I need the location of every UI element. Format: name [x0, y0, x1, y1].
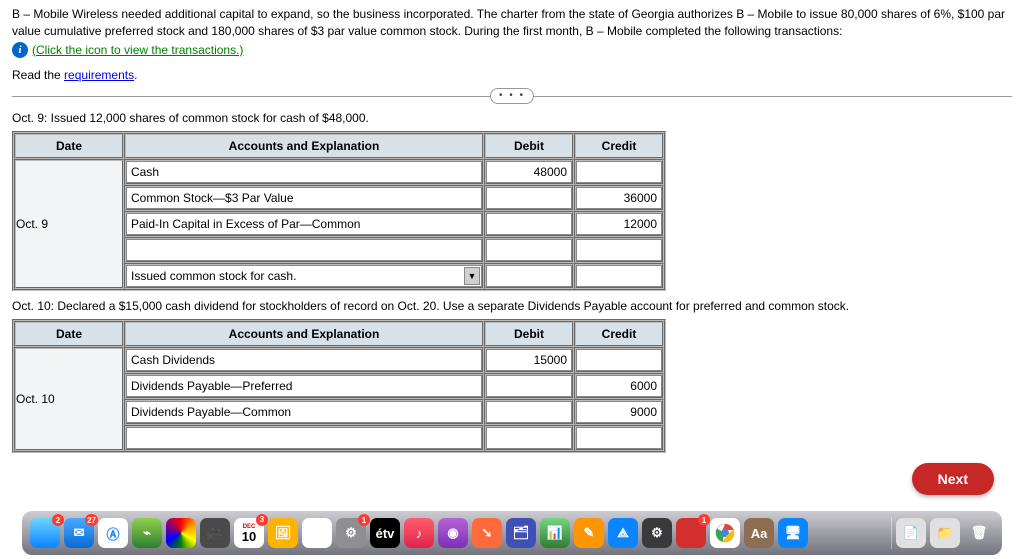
facetime-icon[interactable]: 🎥 [200, 518, 230, 548]
dictionary-icon[interactable]: Aa [744, 518, 774, 548]
calendar-icon[interactable]: DEC 10 3 [234, 518, 264, 548]
debit-input[interactable] [486, 349, 572, 371]
system-prefs-icon[interactable]: ⚙ 1 [336, 518, 366, 548]
mail-icon[interactable]: ✉ 27 [64, 518, 94, 548]
acct-input[interactable] [126, 401, 482, 423]
journal-table-2: Date Accounts and Explanation Debit Cred… [12, 319, 666, 453]
doc-icon[interactable]: 📄 [896, 518, 926, 548]
screens-icon[interactable]: 🖥 [778, 518, 808, 548]
debit-input[interactable] [486, 187, 572, 209]
th-credit: Credit [574, 133, 664, 159]
credit-input[interactable] [576, 239, 662, 261]
next-button[interactable]: Next [912, 463, 994, 495]
acct-input[interactable] [126, 213, 482, 235]
credit-input[interactable] [576, 401, 662, 423]
credit-input[interactable] [576, 375, 662, 397]
period: . [134, 68, 137, 82]
swift-icon[interactable]: ➘ [472, 518, 502, 548]
acct-input[interactable] [126, 187, 482, 209]
activity-icon[interactable]: ⌁ [132, 518, 162, 548]
tv-label: étv [376, 526, 395, 541]
keynote-icon[interactable]: 🗂 [506, 518, 536, 548]
debit-input[interactable] [486, 265, 572, 287]
launchpad-icon[interactable]: ⊞ [302, 518, 332, 548]
aa-label: Aa [751, 526, 768, 541]
credit-input[interactable] [576, 187, 662, 209]
transactions-link[interactable]: (Click the icon to view the transactions… [32, 43, 243, 57]
debit-input[interactable] [486, 401, 572, 423]
th-debit: Debit [484, 133, 574, 159]
th-date: Date [14, 133, 124, 159]
requirements-link[interactable]: requirements [64, 68, 134, 82]
acct-input[interactable] [126, 427, 482, 449]
th-credit: Credit [574, 321, 664, 347]
th-acct: Accounts and Explanation [124, 133, 484, 159]
badge: 3 [256, 514, 268, 526]
debit-input[interactable] [486, 375, 572, 397]
acct-input[interactable] [126, 161, 482, 183]
numbers-icon[interactable]: 📊 [540, 518, 570, 548]
journal-table-1: Date Accounts and Explanation Debit Cred… [12, 131, 666, 291]
cal-day: 10 [242, 530, 256, 543]
finder-icon[interactable]: 2 [30, 518, 60, 548]
appstore-icon[interactable]: Ⓐ [98, 518, 128, 548]
info-icon[interactable]: i [12, 42, 28, 58]
entry2-label: Oct. 10: Declared a $15,000 cash dividen… [12, 299, 1012, 313]
badge: 1 [358, 514, 370, 526]
debit-input[interactable] [486, 239, 572, 261]
credit-input[interactable] [576, 161, 662, 183]
th-date: Date [14, 321, 124, 347]
explanation-select[interactable] [126, 265, 482, 287]
credit-input[interactable] [576, 349, 662, 371]
debit-input[interactable] [486, 161, 572, 183]
macos-dock: 2 ✉ 27 Ⓐ ⌁ 🎥 DEC 10 3 🖼 ⊞ ⚙ 1 étv ♪ ◉ ➘ … [22, 511, 1002, 555]
th-debit: Debit [484, 321, 574, 347]
photos-icon[interactable] [166, 518, 196, 548]
appletv-icon[interactable]: étv [370, 518, 400, 548]
badge: 1 [698, 514, 710, 526]
trash-icon[interactable]: 🗑 [964, 518, 994, 548]
entry1-label: Oct. 9: Issued 12,000 shares of common s… [12, 111, 1012, 125]
credit-input[interactable] [576, 427, 662, 449]
podcasts-icon[interactable]: ◉ [438, 518, 468, 548]
read-requirements-row: Read the requirements. [12, 68, 1012, 82]
adobe-icon[interactable]: 1 [676, 518, 706, 548]
pages-icon[interactable]: ✎ [574, 518, 604, 548]
acct-input[interactable] [126, 349, 482, 371]
date-cell: Oct. 9 [14, 159, 124, 289]
xcode-icon[interactable]: ⟁ [608, 518, 638, 548]
settings-icon[interactable]: ⚙ [642, 518, 672, 548]
th-acct: Accounts and Explanation [124, 321, 484, 347]
problem-intro: B – Mobile Wireless needed additional ca… [12, 6, 1012, 40]
credit-input[interactable] [576, 213, 662, 235]
badge: 2 [52, 514, 64, 526]
read-prefix: Read the [12, 68, 64, 82]
dock-separator [891, 517, 892, 549]
acct-input[interactable] [126, 375, 482, 397]
credit-input[interactable] [576, 265, 662, 287]
debit-input[interactable] [486, 427, 572, 449]
preview-icon[interactable]: 🖼 [268, 518, 298, 548]
chrome-icon[interactable] [710, 518, 740, 548]
folder-icon[interactable]: 📁 [930, 518, 960, 548]
debit-input[interactable] [486, 213, 572, 235]
expand-toggle[interactable]: • • • [490, 88, 534, 104]
acct-input[interactable] [126, 239, 482, 261]
badge: 27 [85, 514, 98, 526]
date-cell: Oct. 10 [14, 347, 124, 451]
music-icon[interactable]: ♪ [404, 518, 434, 548]
